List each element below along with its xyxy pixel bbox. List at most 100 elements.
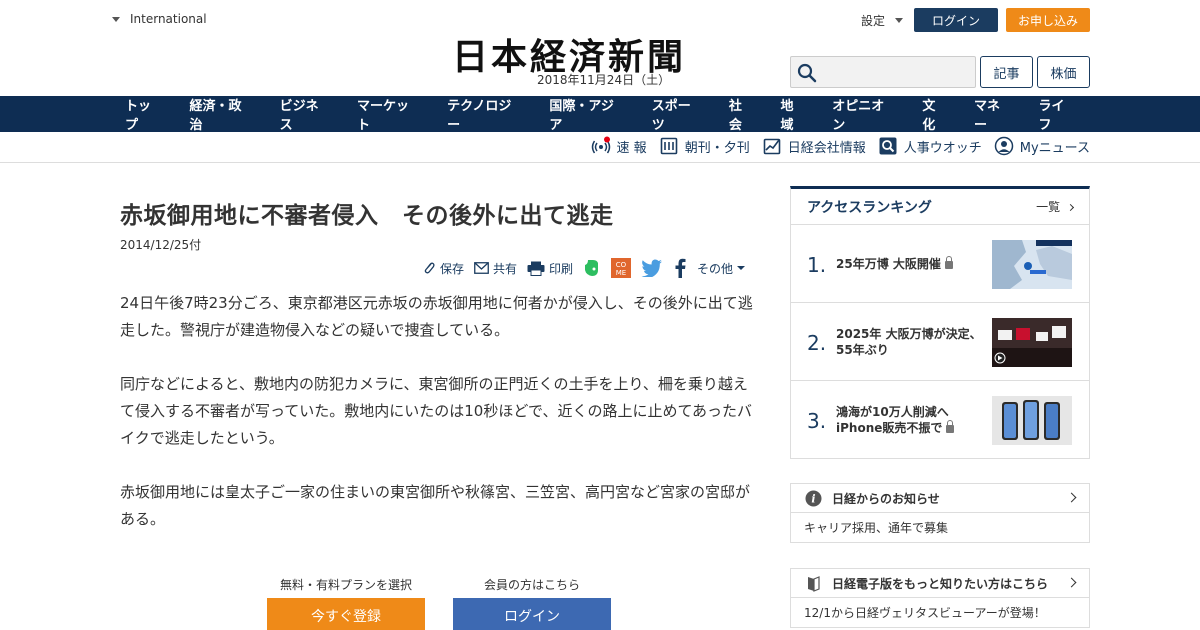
register-now-button[interactable]: 今すぐ登録 [267,598,425,630]
people-watch-label: 人事ウオッチ [903,140,982,156]
nav-item-business[interactable]: ビジネス [267,95,344,133]
ranking-thumbnail [992,240,1072,289]
caret-down-icon [895,18,904,23]
article-paragraph: 赤坂御用地には皇太子ご一家の住まいの東宮御所や秋篠宮、三笠宮、高円宮など宮家の宮… [120,483,751,528]
twitter-button[interactable] [641,259,663,277]
more-share-button[interactable]: その他 [697,260,746,277]
nav-item-opinion[interactable]: オピニオン [819,95,909,133]
paperclip-icon [424,262,435,274]
plan-select-label: 無料・有料プランを選択 [280,578,413,592]
search-stock-button[interactable]: 株価 [1037,56,1090,88]
nav-item-region[interactable]: 地域 [768,95,820,133]
chevron-right-icon [1066,577,1077,588]
notice-body: キャリア採用、通年で募集 [804,521,949,535]
ranking-item[interactable]: 2. 2025年 大阪万博が決定、55年ぶり [791,303,1089,381]
lock-icon [946,420,955,433]
ranking-list-link[interactable]: 一覧 [1036,198,1075,215]
ranking-item-title: 2025年 大阪万博が決定、55年ぶり [836,327,982,357]
share-button[interactable]: 共有 [474,260,517,277]
apply-button[interactable]: お申し込み [1006,8,1090,32]
svg-text:CO: CO [616,261,627,269]
search-icon[interactable] [797,63,817,83]
share-toolbar: 保存 共有 印刷 CO ME その他 [422,258,746,278]
member-login-button[interactable]: ログイン [453,598,611,630]
member-label: 会員の方はこちら [484,578,581,592]
article-body: 24日午後7時23分ごろ、東京都港区元赤坂の赤坂御用地に何者かが侵入し、その後外… [120,290,760,560]
twitter-icon [641,259,663,277]
ranking-number: 2. [807,331,827,355]
chart-icon [763,138,781,155]
people-watch-link[interactable]: 人事ウオッチ [878,136,982,156]
ranking-thumbnail [992,396,1072,445]
my-news-link[interactable]: Myニュース [994,136,1090,156]
article-date: 2014/12/25付 [120,238,202,252]
lock-icon [944,256,953,269]
print-label: 印刷 [549,261,574,276]
evernote-icon [585,260,599,276]
nav-item-top[interactable]: トップ [112,95,177,133]
nav-item-economy[interactable]: 経済・政治 [177,95,267,133]
nav-item-culture[interactable]: 文化 [909,95,961,133]
share-label: 共有 [493,261,518,276]
settings-menu[interactable]: 設定 [861,12,904,29]
mail-icon [474,262,489,274]
paper-edition-link[interactable]: 朝刊・夕刊 [659,136,750,156]
save-label: 保存 [440,261,465,276]
nav-item-society[interactable]: 社会 [716,95,768,133]
breaking-news-link[interactable]: 速 報 [591,136,647,156]
ranking-title: アクセスランキング [807,199,932,216]
ranking-item-text: 鴻海が10万人削減へ iPhone販売不振で [836,404,986,436]
user-icon [994,136,1013,156]
newspaper-icon [660,137,677,155]
article-paragraph: 24日午後7時23分ごろ、東京都港区元赤坂の赤坂御用地に何者かが侵入し、その後外… [120,294,753,339]
come-button[interactable]: CO ME [611,258,632,278]
search-article-button[interactable]: 記事 [980,56,1033,88]
come-icon: CO ME [611,258,632,278]
evernote-button[interactable] [583,258,601,278]
nav-item-sports[interactable]: スポーツ [639,95,716,133]
settings-label: 設定 [861,14,886,28]
nikkei-notice-box[interactable]: i 日経からのお知らせ キャリア採用、通年で募集 [790,483,1090,543]
ranking-header: アクセスランキング 一覧 [791,189,1089,225]
ranking-item-title: 鴻海が10万人削減へ iPhone販売不振で [836,405,949,435]
nav-item-market[interactable]: マーケット [344,95,434,133]
digital-header: 日経電子版をもっと知りたい方はこちら [791,569,1089,598]
international-link[interactable]: International [112,12,207,26]
nav-item-money[interactable]: マネー [961,95,1026,133]
ranking-item[interactable]: 3. 鴻海が10万人削減へ iPhone販売不振で [791,381,1089,459]
nav-item-international[interactable]: 国際・アジア [536,95,638,133]
access-ranking: アクセスランキング 一覧 1. 25年万博 大阪開催 2. 2025年 大阪万博… [790,186,1090,459]
article-headline: 赤坂御用地に不審者侵入 その後外に出て逃走 [120,203,614,229]
chevron-right-icon [1066,492,1077,503]
caret-down-icon [737,266,746,270]
digital-body: 12/1から日経ヴェリタスビューアーが登場！ [804,606,1046,620]
company-info-label: 日経会社情報 [787,140,866,156]
main-nav: トップ 経済・政治 ビジネス マーケット テクノロジー 国際・アジア スポーツ … [0,95,1200,133]
facebook-button[interactable] [673,258,687,278]
ranking-list-label: 一覧 [1036,200,1061,214]
save-button[interactable]: 保存 [422,260,464,277]
chevron-right-icon [1066,203,1075,212]
nav-item-technology[interactable]: テクノロジー [434,95,536,133]
caret-down-icon [112,16,120,22]
digital-edition-box[interactable]: 日経電子版をもっと知りたい方はこちら 12/1から日経ヴェリタスビューアーが登場… [790,568,1090,628]
book-icon [808,575,820,592]
print-button[interactable]: 印刷 [527,260,573,277]
login-button[interactable]: ログイン [914,8,998,32]
company-info-link[interactable]: 日経会社情報 [762,136,866,156]
more-share-label: その他 [697,261,734,276]
breaking-news-label: 速 報 [616,140,647,156]
people-search-icon [879,137,897,155]
svg-text:i: i [811,492,815,505]
international-label: International [130,12,207,26]
ranking-number: 1. [807,253,827,277]
nav-item-life[interactable]: ライフ [1026,95,1091,133]
notice-title: 日経からのお知らせ [832,491,940,506]
facebook-icon [675,258,686,278]
ranking-item[interactable]: 1. 25年万博 大阪開催 [791,225,1089,303]
ranking-item-title: 25年万博 大阪開催 [836,257,941,271]
broadcast-icon [591,136,610,154]
header-date: 2018年11月24日（土） [537,73,671,87]
search-input[interactable] [823,61,971,83]
my-news-label: Myニュース [1019,140,1090,156]
